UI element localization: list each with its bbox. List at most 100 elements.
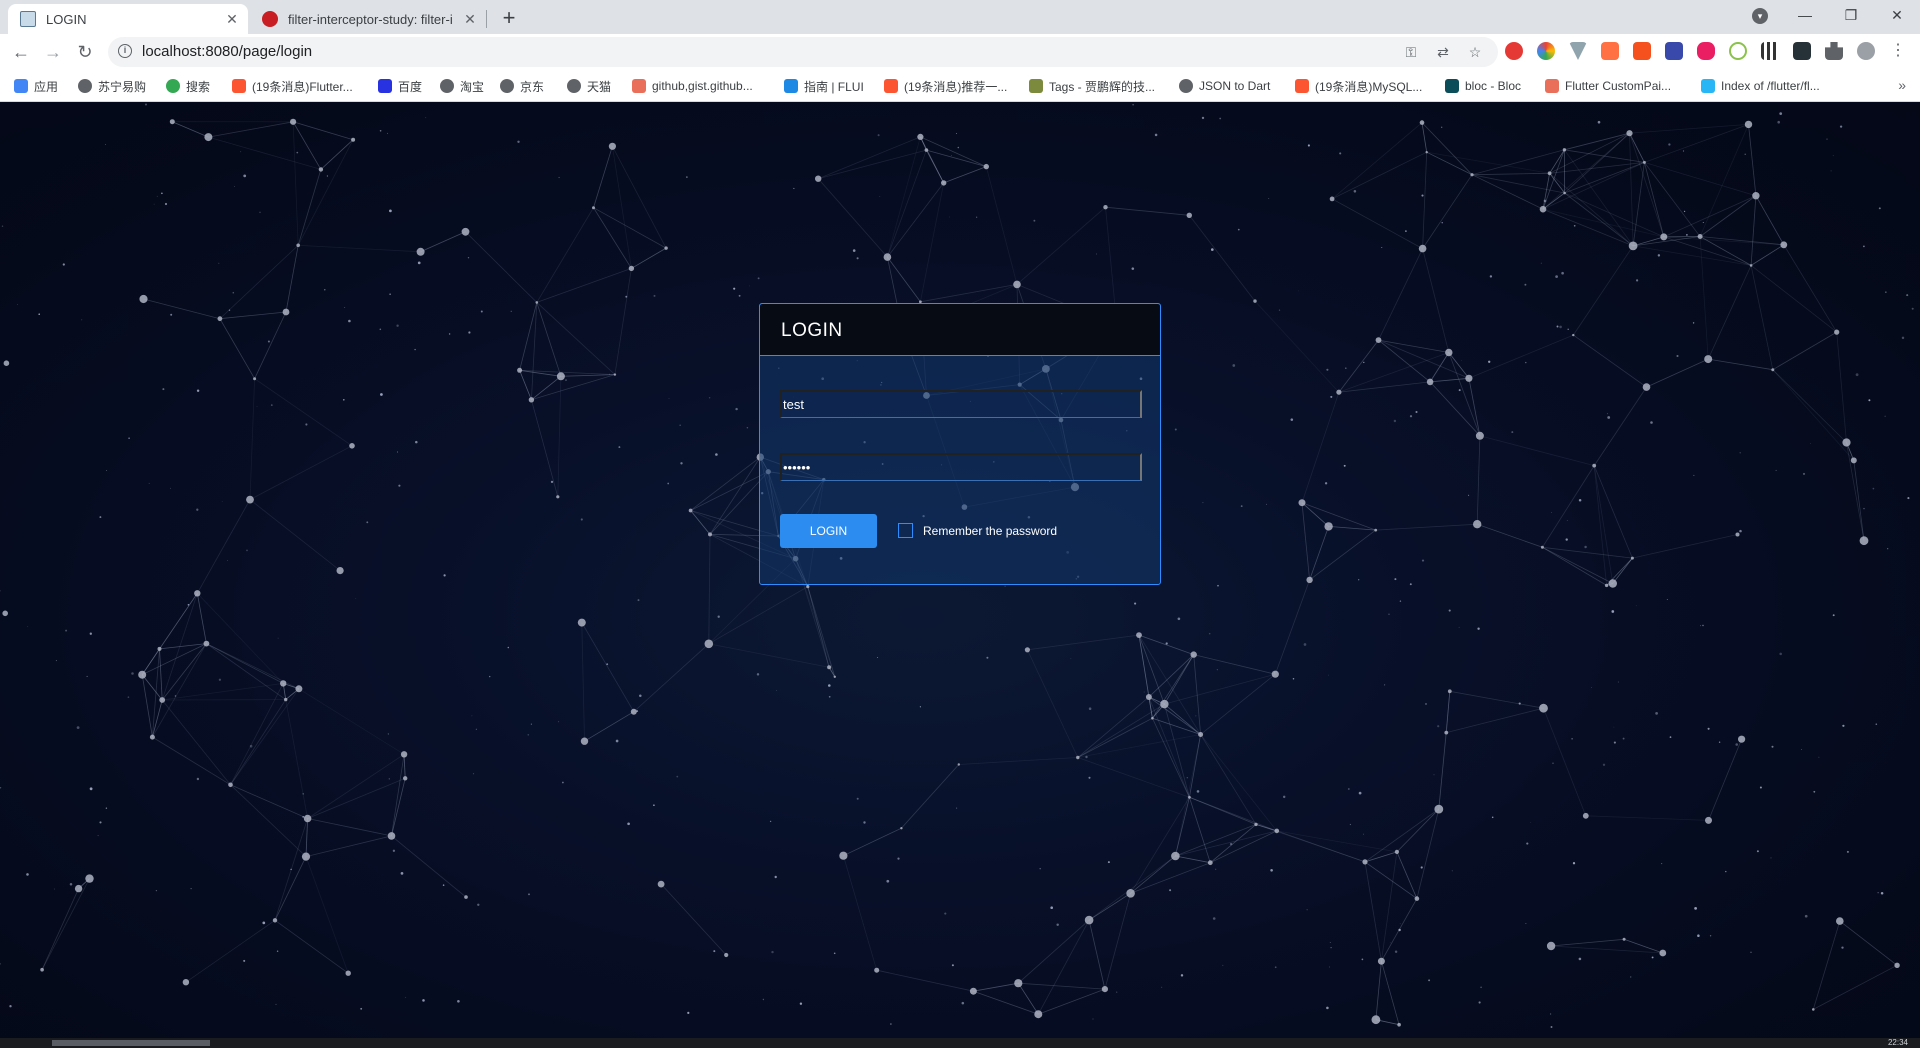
star bbox=[26, 873, 29, 876]
address-bar[interactable]: i localhost:8080/page/login ⚿ ⇄ ☆ bbox=[108, 37, 1498, 67]
forward-button[interactable]: → bbox=[41, 40, 65, 64]
constellation-node bbox=[228, 782, 233, 788]
constellation-link bbox=[254, 378, 353, 447]
password-input[interactable] bbox=[780, 453, 1142, 481]
star bbox=[1550, 1026, 1553, 1028]
bookmark-item[interactable]: 天猫 bbox=[567, 77, 611, 95]
star bbox=[1524, 283, 1527, 286]
star bbox=[877, 656, 879, 658]
star bbox=[414, 348, 416, 351]
constellation-node bbox=[1608, 579, 1618, 588]
extension-chrome-icon[interactable] bbox=[1537, 42, 1555, 60]
horizontal-scroll-thumb[interactable] bbox=[52, 1040, 210, 1046]
star bbox=[1694, 907, 1697, 910]
star bbox=[1169, 889, 1172, 892]
extension-dark-icon[interactable] bbox=[1793, 42, 1811, 60]
constellation-link bbox=[1644, 162, 1757, 197]
bookmark-item[interactable]: Index of /flutter/fl... bbox=[1701, 77, 1820, 95]
username-input[interactable] bbox=[780, 390, 1142, 418]
login-button[interactable]: LOGIN bbox=[780, 514, 877, 548]
star bbox=[1832, 614, 1835, 617]
profile-avatar-icon[interactable] bbox=[1857, 42, 1875, 60]
bookmark-item[interactable]: (19条消息)推荐一... bbox=[884, 77, 1007, 95]
bookmark-label: (19条消息)MySQL... bbox=[1315, 79, 1423, 94]
star bbox=[1232, 364, 1236, 367]
new-tab-button[interactable]: + bbox=[496, 6, 522, 32]
bookmark-item[interactable]: Flutter CustomPai... bbox=[1545, 77, 1671, 95]
close-tab-icon[interactable]: ✕ bbox=[222, 11, 242, 28]
translate-icon[interactable]: ⇄ bbox=[1434, 43, 1452, 61]
bookmark-item[interactable]: 指南 | FLUI bbox=[784, 77, 864, 95]
star bbox=[1877, 892, 1879, 894]
url-text[interactable]: localhost:8080/page/login bbox=[142, 43, 312, 60]
constellation-link bbox=[560, 374, 615, 377]
qr-code-icon[interactable] bbox=[1761, 42, 1779, 60]
bookmark-item[interactable]: Tags - 贾鹏辉的技... bbox=[1029, 77, 1155, 95]
bookmark-item[interactable]: 百度 bbox=[378, 77, 422, 95]
bookmark-item[interactable]: (19条消息)Flutter... bbox=[232, 77, 353, 95]
star bbox=[1, 225, 4, 227]
star bbox=[1556, 325, 1559, 328]
extension-pink-icon[interactable] bbox=[1697, 42, 1715, 60]
menu-kebab-icon[interactable]: ⋮ bbox=[1889, 42, 1907, 60]
bookmarks-overflow-icon[interactable]: » bbox=[1898, 77, 1906, 93]
bookmark-item[interactable]: JSON to Dart bbox=[1179, 77, 1270, 95]
star bbox=[1756, 850, 1759, 853]
bookmark-item[interactable]: 淘宝 bbox=[440, 77, 484, 95]
constellation-link bbox=[1378, 339, 1431, 383]
remember-password[interactable]: Remember the password bbox=[898, 523, 1057, 538]
bookmark-star-icon[interactable]: ☆ bbox=[1466, 43, 1484, 61]
constellation-node bbox=[535, 301, 539, 304]
constellation-link bbox=[1301, 502, 1376, 531]
constellation-link bbox=[1812, 920, 1841, 1010]
extension-red-icon[interactable] bbox=[1505, 42, 1523, 60]
jianshu-icon bbox=[632, 79, 646, 93]
extension-window-icon[interactable] bbox=[1665, 42, 1683, 60]
bookmark-item[interactable]: 搜索 bbox=[166, 77, 210, 95]
star bbox=[162, 388, 165, 391]
close-window-button[interactable]: ✕ bbox=[1874, 0, 1920, 30]
close-tab-icon[interactable]: ✕ bbox=[460, 11, 480, 28]
back-button[interactable]: ← bbox=[9, 40, 33, 64]
reload-button[interactable]: ↻ bbox=[73, 40, 97, 64]
constellation-node bbox=[1145, 694, 1152, 700]
star bbox=[1458, 389, 1461, 392]
constellation-link bbox=[41, 878, 90, 970]
extension-green-icon[interactable] bbox=[1729, 42, 1747, 60]
bookmark-item[interactable]: 应用 bbox=[14, 77, 58, 95]
constellation-link bbox=[197, 593, 284, 684]
remember-checkbox[interactable] bbox=[898, 523, 913, 538]
bookmark-item[interactable]: 苏宁易购 bbox=[78, 77, 146, 95]
bookmark-item[interactable]: (19条消息)MySQL... bbox=[1295, 77, 1422, 95]
constellation-link bbox=[196, 499, 251, 594]
star bbox=[1655, 712, 1658, 715]
constellation-link bbox=[1448, 352, 1481, 436]
bookmark-item[interactable]: 京东 bbox=[500, 77, 544, 95]
star bbox=[1525, 923, 1527, 924]
minimize-button[interactable]: — bbox=[1782, 0, 1828, 30]
extension-csdn-icon[interactable] bbox=[1633, 42, 1651, 60]
star bbox=[380, 393, 383, 396]
constellation-node bbox=[1329, 196, 1335, 202]
star bbox=[1872, 487, 1875, 490]
tab-login[interactable]: LOGIN ✕ bbox=[8, 4, 248, 34]
bookmark-item[interactable]: github,gist.github... bbox=[632, 77, 753, 95]
constellation-link bbox=[1027, 649, 1079, 758]
constellation-node bbox=[1842, 438, 1851, 447]
tab-filter-interceptor[interactable]: filter-interceptor-study: filter-i ✕ bbox=[250, 4, 486, 34]
bookmark-item[interactable]: bloc - Bloc bbox=[1445, 77, 1521, 95]
constellation-link bbox=[249, 445, 353, 500]
key-icon[interactable]: ⚿ bbox=[1402, 43, 1420, 61]
constellation-node bbox=[2, 610, 9, 617]
search-icon bbox=[166, 79, 180, 93]
star bbox=[1347, 788, 1350, 790]
star bbox=[232, 291, 235, 294]
star bbox=[1266, 503, 1267, 505]
restore-button[interactable]: ❐ bbox=[1828, 0, 1874, 30]
constellation-node bbox=[387, 832, 396, 840]
star bbox=[262, 921, 266, 925]
constellation-node bbox=[664, 246, 668, 250]
extension-orange-icon[interactable] bbox=[1601, 42, 1619, 60]
tab-search-icon[interactable]: ▾ bbox=[1752, 8, 1768, 24]
site-info-icon[interactable]: i bbox=[118, 44, 132, 58]
